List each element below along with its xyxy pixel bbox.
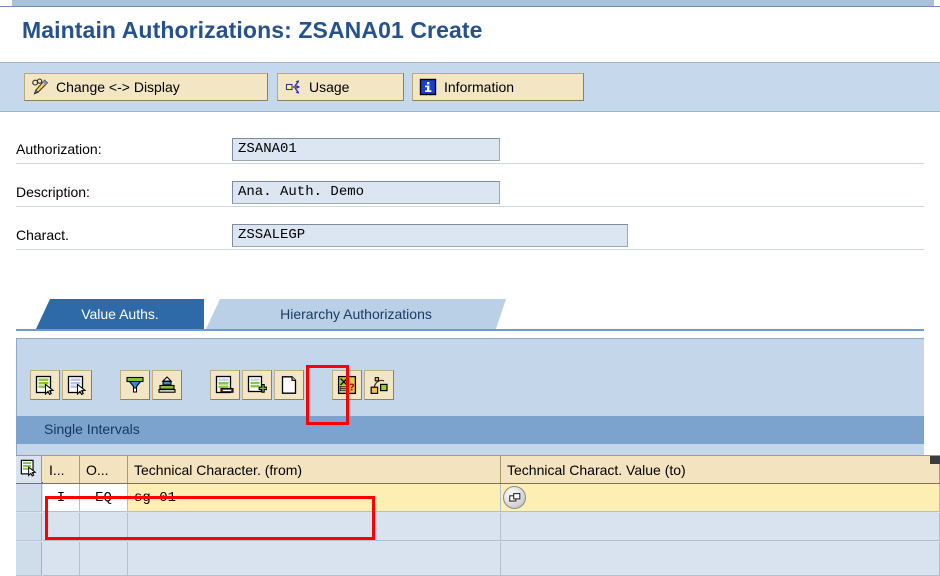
display-detail-button[interactable] [62, 370, 92, 400]
tab-strip: Value Auths. Hierarchy Authorizations [0, 277, 940, 337]
value-help-button[interactable] [503, 486, 526, 509]
description-label: Description: [16, 184, 90, 200]
cell-option[interactable] [80, 542, 128, 576]
blank-page-icon [279, 375, 299, 395]
header-form: Authorization: ZSANA01 Description: Ana.… [0, 112, 940, 277]
cell-technical-charact-value-to[interactable] [501, 542, 940, 576]
value-auths-grid: I... O... Technical Character. (from) Te… [16, 455, 940, 576]
column-header-technical-character-from[interactable]: Technical Character. (from) [128, 456, 501, 483]
description-input[interactable]: Ana. Auth. Demo [232, 181, 500, 204]
set-filter-button[interactable] [120, 370, 150, 400]
usage-label: Usage [309, 79, 350, 95]
grid-toolbar: ? [16, 370, 924, 406]
cell-option[interactable] [80, 513, 128, 541]
table-row [16, 542, 940, 576]
sort-stack-icon [157, 375, 177, 395]
column-header-option[interactable]: O... [80, 456, 128, 483]
change-display-button[interactable]: Change <-> Display [24, 73, 268, 101]
form-row-authorization: Authorization: ZSANA01 [16, 138, 924, 164]
title-bar: Maintain Authorizations: ZSANA01 Create [0, 8, 940, 60]
single-intervals-group-bar: Single Intervals [16, 416, 924, 444]
new-entry-button[interactable] [274, 370, 304, 400]
information-label: Information [444, 79, 515, 95]
row-selector[interactable] [16, 484, 42, 512]
form-row-description: Description: Ana. Auth. Demo [16, 181, 924, 207]
cell-include[interactable] [43, 542, 80, 576]
svg-text:?: ? [349, 382, 355, 393]
grid-header-row: I... O... Technical Character. (from) Te… [16, 455, 940, 484]
window-corner-right [934, 0, 940, 6]
cell-technical-character-from[interactable] [128, 513, 501, 541]
cell-option[interactable]: EQ [80, 484, 128, 512]
choose-detail-button[interactable] [30, 370, 60, 400]
cell-technical-character-from[interactable]: sg-01 [128, 484, 501, 512]
insert-row-icon [247, 375, 267, 395]
select-all-corner-button[interactable] [16, 456, 42, 483]
tab-value-auths[interactable]: Value Auths. [36, 299, 204, 329]
tab-hierarchy-authorizations[interactable]: Hierarchy Authorizations [206, 299, 506, 329]
filter-icon [125, 375, 145, 395]
tab-value-auths-label: Value Auths. [81, 306, 159, 322]
window-corner-left [0, 0, 12, 6]
column-header-include[interactable]: I... [43, 456, 80, 483]
list-lines-detail-icon [67, 375, 87, 395]
check-values-button[interactable]: ? [332, 370, 362, 400]
authorization-input[interactable]: ZSANA01 [232, 138, 500, 161]
insert-row-button[interactable] [242, 370, 272, 400]
change-display-label: Change <-> Display [56, 79, 180, 95]
sort-button[interactable] [152, 370, 182, 400]
authorization-label: Authorization: [16, 141, 102, 157]
list-detail-icon [35, 375, 55, 395]
grid-scroll-nub[interactable] [930, 456, 940, 464]
cell-technical-character-from[interactable] [128, 542, 501, 576]
cell-technical-charact-value-to[interactable] [501, 513, 940, 541]
hierarchy-nodes-button[interactable] [364, 370, 394, 400]
window-top-edge [0, 0, 940, 7]
cell-include[interactable]: I [43, 484, 80, 512]
cell-include[interactable] [43, 513, 80, 541]
usage-arrows-icon [284, 78, 302, 96]
row-selector[interactable] [16, 513, 42, 541]
information-icon [419, 78, 437, 96]
charact-input[interactable]: ZSSALEGP [232, 224, 628, 247]
usage-button[interactable]: Usage [277, 73, 404, 101]
column-header-technical-charact-value-to[interactable]: Technical Charact. Value (to) [501, 456, 940, 483]
cell-technical-charact-value-to[interactable] [501, 484, 940, 512]
check-table-icon: ? [337, 375, 357, 395]
information-button[interactable]: Information [412, 73, 584, 101]
delete-row-button[interactable] [210, 370, 240, 400]
charact-label: Charact. [16, 227, 69, 243]
tab-underline [16, 329, 924, 331]
table-row [16, 513, 940, 542]
tab-hierarchy-label: Hierarchy Authorizations [280, 306, 432, 322]
application-toolbar: Change <-> Display Usage Information [0, 62, 940, 112]
row-selector[interactable] [16, 542, 42, 576]
list-detail-icon [20, 459, 38, 480]
node-link-icon [369, 375, 389, 395]
page-title: Maintain Authorizations: ZSANA01 Create [22, 17, 483, 43]
pencil-glasses-icon [31, 78, 49, 96]
table-row: I EQ sg-01 [16, 484, 940, 513]
delete-row-icon [215, 375, 235, 395]
value-help-icon [508, 492, 520, 502]
single-intervals-label: Single Intervals [44, 421, 140, 437]
form-row-charact: Charact. ZSSALEGP [16, 224, 924, 250]
